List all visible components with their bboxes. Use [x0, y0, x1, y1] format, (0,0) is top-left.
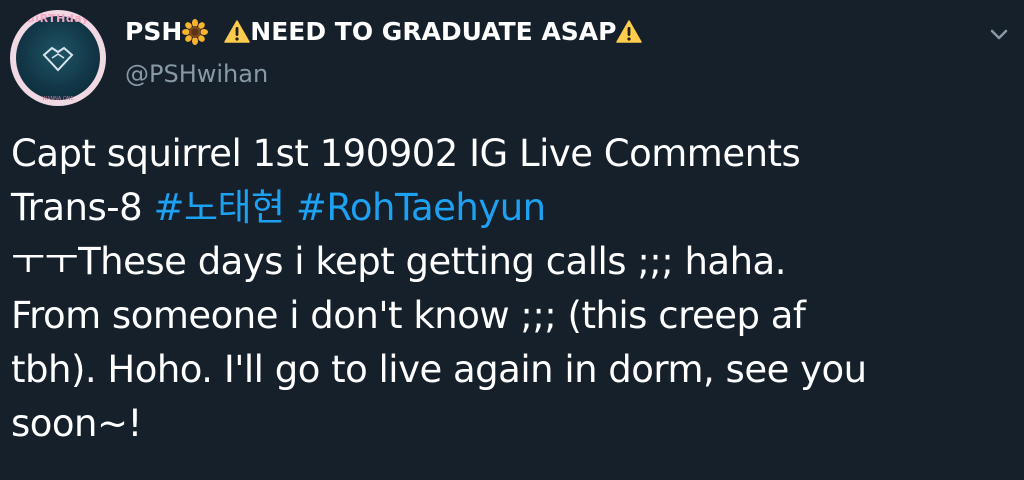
- display-name[interactable]: PSH NEED TO GRADUATE ASAP: [125, 14, 945, 50]
- avatar[interactable]: BiRTHday WANNA ONE: [10, 10, 106, 106]
- tweet-line: Trans-8 #노태현 #RohTaehyun: [11, 181, 1016, 235]
- tweet-line: ㅜㅜThese days i kept getting calls ;;; ha…: [11, 240, 786, 283]
- hashtag-link[interactable]: #RohTaehyun: [296, 186, 546, 229]
- tweet-header: PSH NEED TO GRADUATE ASAP @PSHwihan: [125, 14, 945, 92]
- warning-icon: [224, 19, 251, 45]
- display-name-suffix: NEED TO GRADUATE ASAP: [250, 17, 617, 46]
- avatar-text: BiRTHday: [26, 12, 90, 25]
- tweet-card: BiRTHday WANNA ONE PSH NEED TO GRADUATE …: [0, 0, 1024, 480]
- tweet-text: Capt squirrel 1st 190902 IG Live Comment…: [11, 127, 1016, 451]
- user-handle[interactable]: @PSHwihan: [125, 56, 945, 92]
- display-name-prefix: PSH: [125, 17, 183, 46]
- tweet-line-prefix: Trans-8: [11, 186, 154, 229]
- tweet-line: soon~!: [11, 402, 142, 445]
- tweet-line: tbh). Hoho. I'll go to live again in dor…: [11, 348, 867, 391]
- chevron-down-icon[interactable]: [986, 22, 1012, 48]
- avatar-caption: WANNA ONE: [42, 96, 74, 102]
- sunflower-icon: [182, 19, 209, 45]
- warning-icon: [616, 19, 643, 45]
- tweet-line: From someone i don't know ;;; (this cree…: [11, 294, 806, 337]
- heart-logo-icon: [42, 46, 74, 72]
- hashtag-link[interactable]: #노태현: [153, 186, 285, 229]
- tweet-line: Capt squirrel 1st 190902 IG Live Comment…: [11, 132, 801, 175]
